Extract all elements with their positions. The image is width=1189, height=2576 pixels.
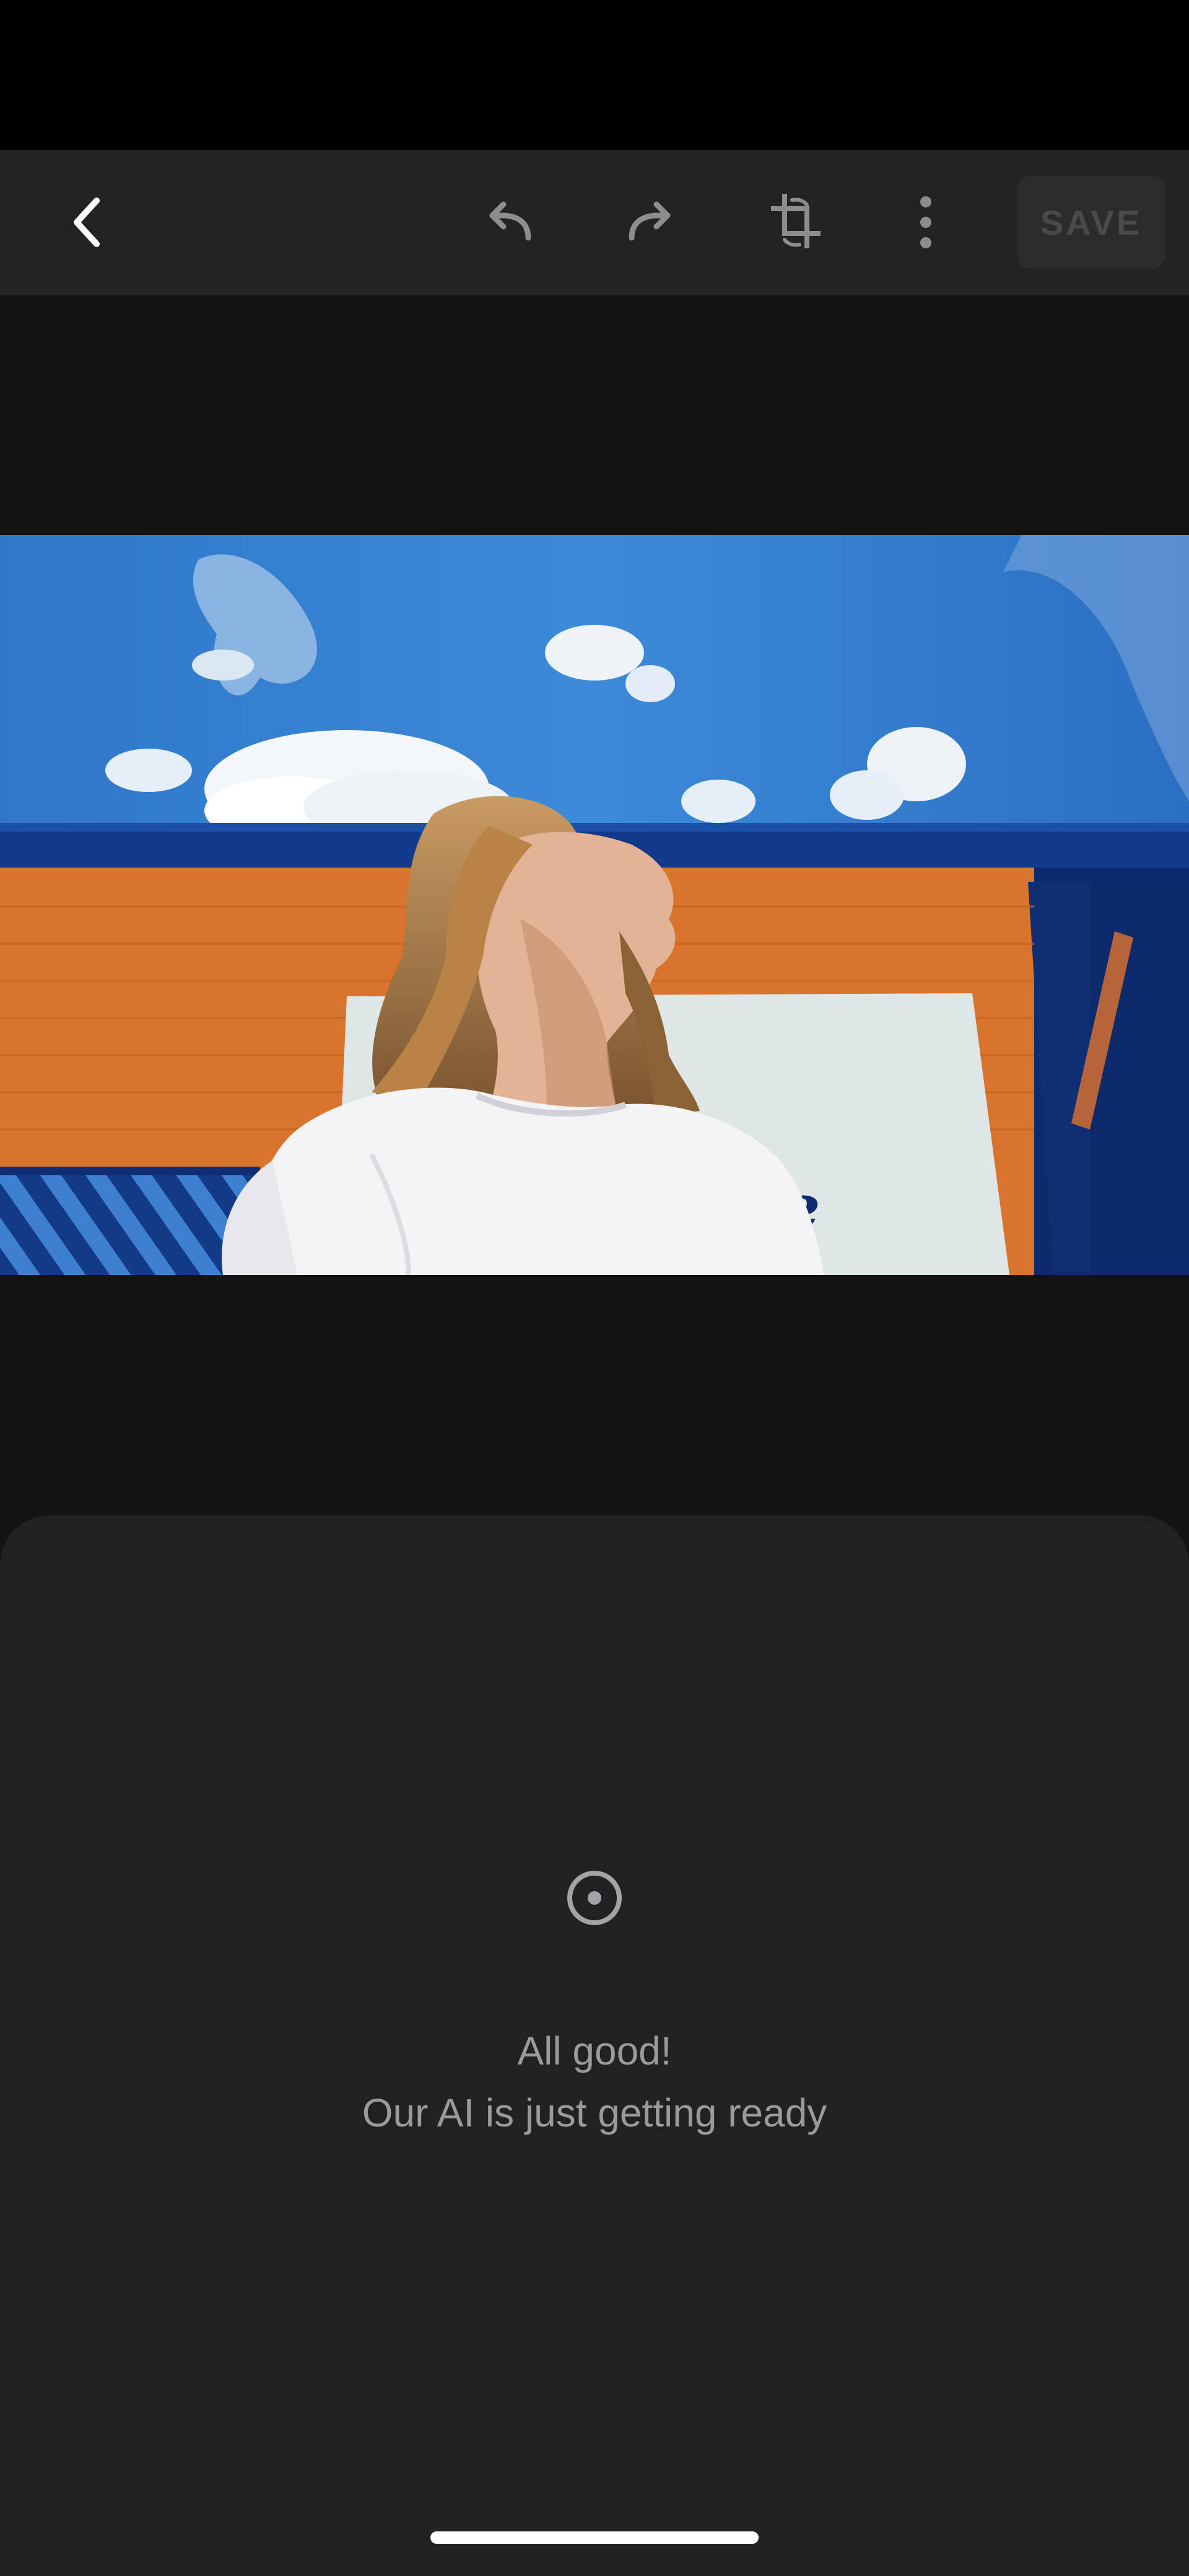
chevron-left-icon	[74, 198, 100, 247]
save-button[interactable]: SAVE	[1017, 176, 1165, 269]
redo-button[interactable]	[610, 182, 690, 263]
radio-target-icon	[567, 1871, 622, 1925]
undo-button[interactable]	[469, 182, 550, 263]
more-vert-icon	[920, 196, 931, 248]
loading-subtitle: Our AI is just getting ready	[362, 2091, 827, 2135]
ai-loading-sheet: All good! Our AI is just getting ready	[0, 1515, 1189, 2576]
undo-icon	[489, 201, 531, 241]
more-options-button[interactable]	[886, 182, 966, 263]
home-indicator[interactable]	[430, 2531, 759, 2544]
crop-rotate-icon	[771, 194, 821, 248]
back-button[interactable]	[47, 182, 128, 263]
photo-image: ce	[0, 535, 1189, 1275]
photo-preview[interactable]: ce	[0, 535, 1189, 1275]
loading-title: All good!	[517, 2029, 672, 2073]
redo-icon	[629, 201, 671, 241]
status-bar	[0, 0, 1189, 150]
crop-rotate-button[interactable]	[756, 182, 836, 263]
editor-toolbar: SAVE	[0, 150, 1189, 295]
